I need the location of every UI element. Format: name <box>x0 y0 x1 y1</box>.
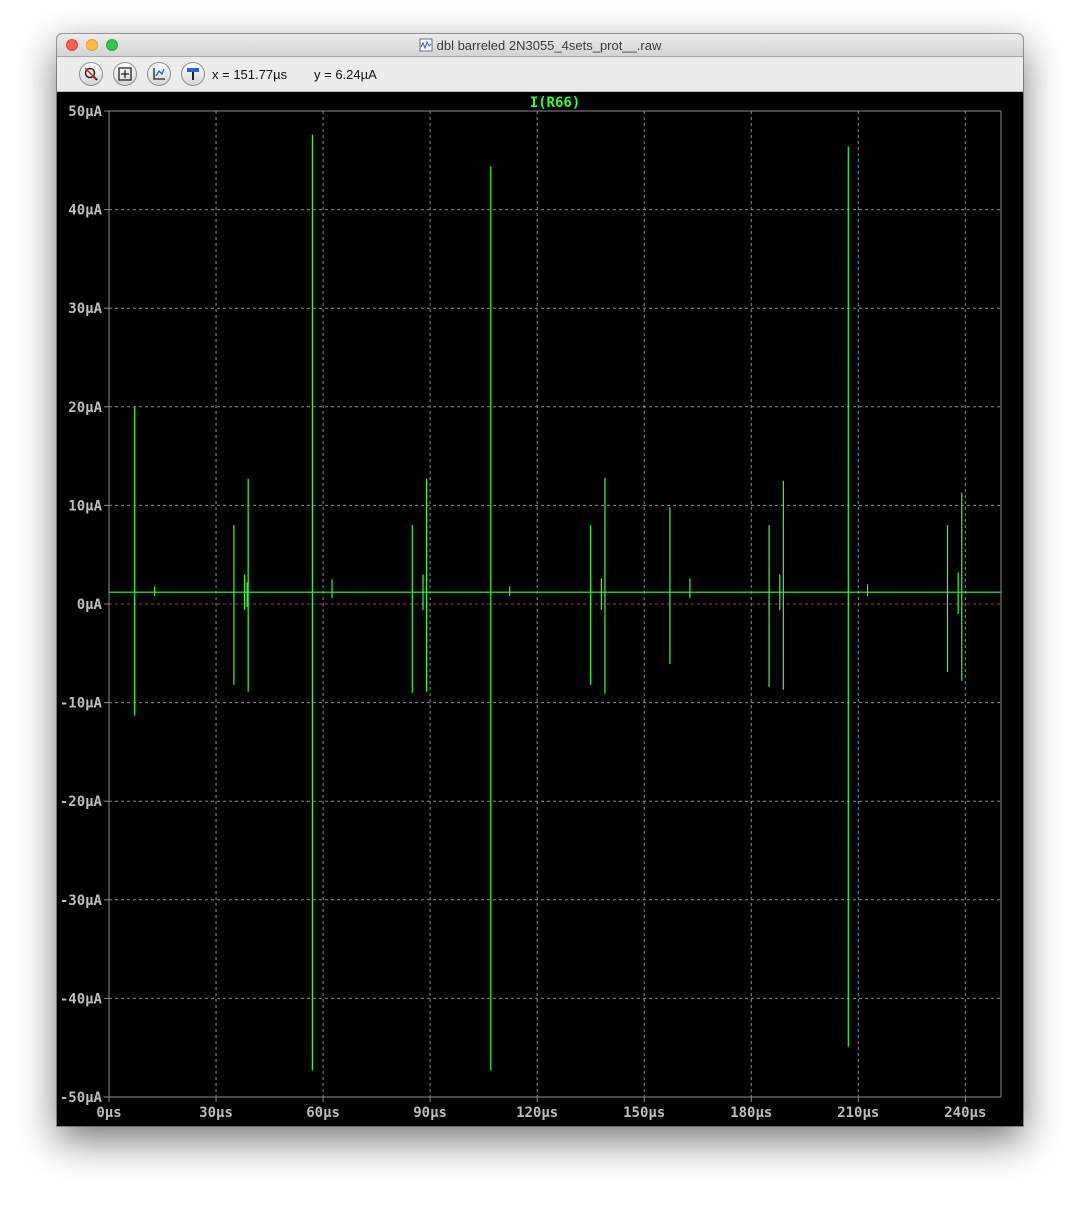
minimize-button[interactable] <box>86 39 98 51</box>
x-tick-label: 120µs <box>516 1105 558 1121</box>
zoom-fit-icon <box>118 67 132 81</box>
probe-icon <box>187 68 199 80</box>
trace-i-r66 <box>109 134 1001 1071</box>
x-tick-label: 210µs <box>837 1105 879 1121</box>
cursor-axis-icon <box>153 68 165 80</box>
y-tick-label: -30µA <box>60 893 103 909</box>
y-tick-label: 20µA <box>68 400 102 416</box>
y-tick-label: 0µA <box>77 597 103 613</box>
probe-button[interactable] <box>181 62 205 86</box>
trace-title: I(R66) <box>530 95 581 111</box>
zoom-cancel-button[interactable] <box>79 62 103 86</box>
title-bar: dbl barreled 2N3055_4sets_prot__.raw <box>57 34 1023 57</box>
x-tick-label: 90µs <box>413 1105 447 1121</box>
y-tick-label: -50µA <box>60 1090 103 1106</box>
y-tick-label: -20µA <box>60 794 103 810</box>
x-tick-label: 150µs <box>623 1105 665 1121</box>
y-tick-label: -10µA <box>60 696 103 712</box>
waveform-document-icon <box>419 38 433 52</box>
y-tick-label: 50µA <box>68 104 102 120</box>
y-tick-label: 10µA <box>68 498 102 514</box>
waveform-plot[interactable]: 0µs 30µs 60µs 90µs 120µs 150µs 180µs 210µs 240µs… <box>57 92 1023 1126</box>
cursor-y-readout: y = 6.24µA <box>314 67 377 82</box>
x-tick-label: 0µs <box>96 1105 121 1121</box>
window-controls <box>66 39 118 51</box>
cursor-axis-button[interactable] <box>147 62 171 86</box>
y-tick-label: 40µA <box>68 203 102 219</box>
zoom-fit-button[interactable] <box>113 62 137 86</box>
x-tick-label: 30µs <box>199 1105 233 1121</box>
waveform-window: dbl barreled 2N3055_4sets_prot__.raw x =… <box>57 34 1023 1126</box>
x-tick-label: 60µs <box>306 1105 340 1121</box>
window-title: dbl barreled 2N3055_4sets_prot__.raw <box>436 37 662 53</box>
close-button[interactable] <box>66 39 78 51</box>
x-tick-label: 240µs <box>944 1105 986 1121</box>
x-tick-label: 180µs <box>730 1105 772 1121</box>
y-tick-label: 30µA <box>68 301 102 317</box>
axes: 0µs 30µs 60µs 90µs 120µs 150µs 180µs 210µs 240µs… <box>60 95 1002 1121</box>
zoom-button[interactable] <box>106 39 118 51</box>
cursor-x-readout: x = 151.77µs <box>212 67 288 82</box>
toolbar: x = 151.77µs y = 6.24µA <box>57 57 1023 92</box>
zoom-cancel-icon <box>84 67 98 81</box>
grid <box>109 111 1001 1097</box>
y-tick-label: -40µA <box>60 991 103 1007</box>
